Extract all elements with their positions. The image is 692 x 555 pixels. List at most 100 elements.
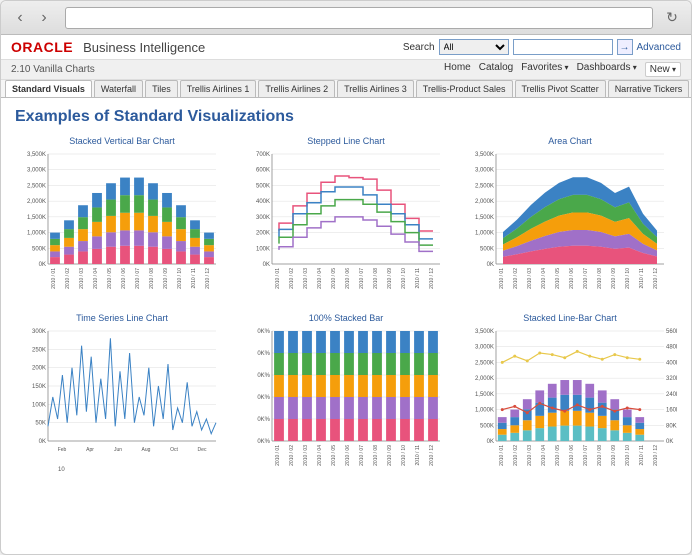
svg-text:2010 / 06: 2010 / 06 bbox=[569, 268, 575, 289]
search-go-button[interactable]: → bbox=[617, 39, 633, 55]
svg-text:2010 / 07: 2010 / 07 bbox=[135, 268, 141, 289]
svg-text:2010 / 04: 2010 / 04 bbox=[541, 268, 547, 289]
tab-trellis-airlines-2[interactable]: Trellis Airlines 2 bbox=[258, 80, 335, 97]
tab-narrative-tickers[interactable]: Narrative Tickers bbox=[608, 80, 690, 97]
tab-trellis-pivot-scatter[interactable]: Trellis Pivot Scatter bbox=[515, 80, 606, 97]
svg-text:2010 / 05: 2010 / 05 bbox=[555, 445, 561, 466]
back-button[interactable]: ‹ bbox=[9, 7, 31, 29]
svg-text:2010 / 09: 2010 / 09 bbox=[611, 268, 617, 289]
chart-title: Stepped Line Chart bbox=[239, 136, 453, 146]
chart-3: 0K50K100K150K200K250K300KFebAprJunAugOct… bbox=[15, 325, 229, 475]
svg-text:2010 / 05: 2010 / 05 bbox=[555, 268, 561, 289]
tab-standard-visuals[interactable]: Standard Visuals bbox=[5, 80, 92, 97]
svg-text:2010 / 02: 2010 / 02 bbox=[65, 268, 71, 289]
tab-tiles[interactable]: Tiles bbox=[145, 80, 178, 97]
svg-text:300K: 300K bbox=[32, 329, 46, 335]
svg-text:400K: 400K bbox=[666, 360, 677, 366]
svg-text:2010 / 01: 2010 / 01 bbox=[499, 268, 505, 289]
chart-2: 0K500K1,000K1,500K2,000K2,500K3,000K3,50… bbox=[463, 148, 677, 298]
svg-text:2010 / 11: 2010 / 11 bbox=[639, 268, 645, 289]
search-input[interactable] bbox=[513, 39, 613, 55]
svg-text:2010 / 08: 2010 / 08 bbox=[597, 268, 603, 289]
svg-text:2010 / 12: 2010 / 12 bbox=[429, 268, 435, 289]
svg-text:2010 / 12: 2010 / 12 bbox=[429, 445, 435, 466]
svg-text:Oct: Oct bbox=[170, 447, 178, 453]
svg-text:2010 / 12: 2010 / 12 bbox=[205, 268, 211, 289]
svg-text:2010 / 10: 2010 / 10 bbox=[625, 268, 631, 289]
svg-text:0K%: 0K% bbox=[257, 329, 270, 335]
svg-text:3,500K: 3,500K bbox=[475, 329, 494, 335]
svg-text:1,500K: 1,500K bbox=[27, 215, 46, 221]
svg-text:Apr: Apr bbox=[86, 447, 94, 453]
refresh-button[interactable]: ↻ bbox=[661, 7, 683, 29]
svg-text:0K: 0K bbox=[487, 439, 494, 445]
svg-text:0K: 0K bbox=[263, 262, 270, 268]
svg-text:Jun: Jun bbox=[114, 447, 122, 453]
tab-trellis-airlines-1[interactable]: Trellis Airlines 1 bbox=[180, 80, 257, 97]
svg-text:0K: 0K bbox=[666, 439, 673, 445]
tab-trellis-product-sales[interactable]: Trellis-Product Sales bbox=[416, 80, 513, 97]
subheader: 2.10 Vanilla Charts Home Catalog Favorit… bbox=[1, 60, 691, 80]
svg-text:2010 / 02: 2010 / 02 bbox=[289, 445, 295, 466]
search-scope-select[interactable]: All bbox=[439, 39, 509, 55]
svg-text:2010 / 06: 2010 / 06 bbox=[345, 268, 351, 289]
url-input[interactable] bbox=[65, 7, 653, 29]
svg-text:500K: 500K bbox=[32, 246, 46, 252]
svg-text:2010 / 10: 2010 / 10 bbox=[177, 268, 183, 289]
svg-text:2010 / 11: 2010 / 11 bbox=[415, 268, 421, 289]
svg-text:2010 / 10: 2010 / 10 bbox=[401, 268, 407, 289]
nav-new[interactable]: New bbox=[645, 62, 681, 77]
chart-5: 0K500K1,000K1,500K2,000K2,500K3,000K3,50… bbox=[463, 325, 677, 475]
svg-text:2010 / 02: 2010 / 02 bbox=[513, 445, 519, 466]
svg-text:2010 / 11: 2010 / 11 bbox=[415, 445, 421, 466]
advanced-link[interactable]: Advanced bbox=[637, 42, 681, 53]
svg-text:2010 / 03: 2010 / 03 bbox=[79, 268, 85, 289]
svg-text:600K: 600K bbox=[256, 168, 270, 174]
svg-text:1,500K: 1,500K bbox=[475, 392, 494, 398]
svg-text:3,500K: 3,500K bbox=[475, 152, 494, 158]
svg-text:200K: 200K bbox=[256, 231, 270, 237]
svg-text:2010 / 12: 2010 / 12 bbox=[653, 268, 659, 289]
svg-text:2010 / 01: 2010 / 01 bbox=[275, 445, 281, 466]
svg-text:2010 / 04: 2010 / 04 bbox=[317, 445, 323, 466]
nav-dashboards[interactable]: Dashboards bbox=[577, 62, 637, 77]
svg-text:2010 / 03: 2010 / 03 bbox=[527, 445, 533, 466]
svg-text:250K: 250K bbox=[32, 347, 46, 353]
svg-text:2010 / 09: 2010 / 09 bbox=[387, 445, 393, 466]
forward-button[interactable]: › bbox=[33, 7, 55, 29]
tab-waterfall[interactable]: Waterfall bbox=[94, 80, 143, 97]
app-title: Business Intelligence bbox=[83, 40, 205, 55]
svg-text:560K: 560K bbox=[666, 329, 677, 335]
breadcrumb: 2.10 Vanilla Charts bbox=[11, 64, 95, 75]
svg-text:2010 / 01: 2010 / 01 bbox=[275, 268, 281, 289]
svg-text:700K: 700K bbox=[256, 152, 270, 158]
svg-text:0K%: 0K% bbox=[257, 373, 270, 379]
svg-text:240K: 240K bbox=[666, 392, 677, 398]
svg-text:2010 / 02: 2010 / 02 bbox=[289, 268, 295, 289]
tab-trellis-airlines-3[interactable]: Trellis Airlines 3 bbox=[337, 80, 414, 97]
nav-catalog[interactable]: Catalog bbox=[479, 62, 513, 77]
svg-text:2010 / 08: 2010 / 08 bbox=[373, 445, 379, 466]
svg-text:0K%: 0K% bbox=[257, 417, 270, 423]
chart-0: 0K500K1,000K1,500K2,000K2,500K3,000K3,50… bbox=[15, 148, 229, 298]
svg-text:10: 10 bbox=[58, 467, 65, 473]
svg-text:2010 / 11: 2010 / 11 bbox=[191, 268, 197, 289]
svg-text:80K: 80K bbox=[666, 423, 677, 429]
svg-text:0K%: 0K% bbox=[257, 351, 270, 357]
svg-text:500K: 500K bbox=[256, 183, 270, 189]
svg-text:2010 / 03: 2010 / 03 bbox=[303, 445, 309, 466]
svg-text:2010 / 12: 2010 / 12 bbox=[653, 445, 659, 466]
chart-1: 0K100K200K300K400K500K600K700K2010 / 012… bbox=[239, 148, 453, 298]
svg-text:3,000K: 3,000K bbox=[27, 168, 46, 174]
browser-toolbar: ‹ › ↻ bbox=[1, 1, 691, 35]
svg-text:150K: 150K bbox=[32, 384, 46, 390]
app-header: ORACLE Business Intelligence Search All … bbox=[1, 35, 691, 60]
svg-text:2010 / 10: 2010 / 10 bbox=[401, 445, 407, 466]
svg-text:200K: 200K bbox=[32, 366, 46, 372]
svg-text:1,000K: 1,000K bbox=[475, 408, 494, 414]
svg-text:2010 / 09: 2010 / 09 bbox=[163, 268, 169, 289]
nav-home[interactable]: Home bbox=[444, 62, 471, 77]
svg-text:3,000K: 3,000K bbox=[475, 345, 494, 351]
nav-favorites[interactable]: Favorites bbox=[521, 62, 568, 77]
svg-text:2,000K: 2,000K bbox=[475, 199, 494, 205]
